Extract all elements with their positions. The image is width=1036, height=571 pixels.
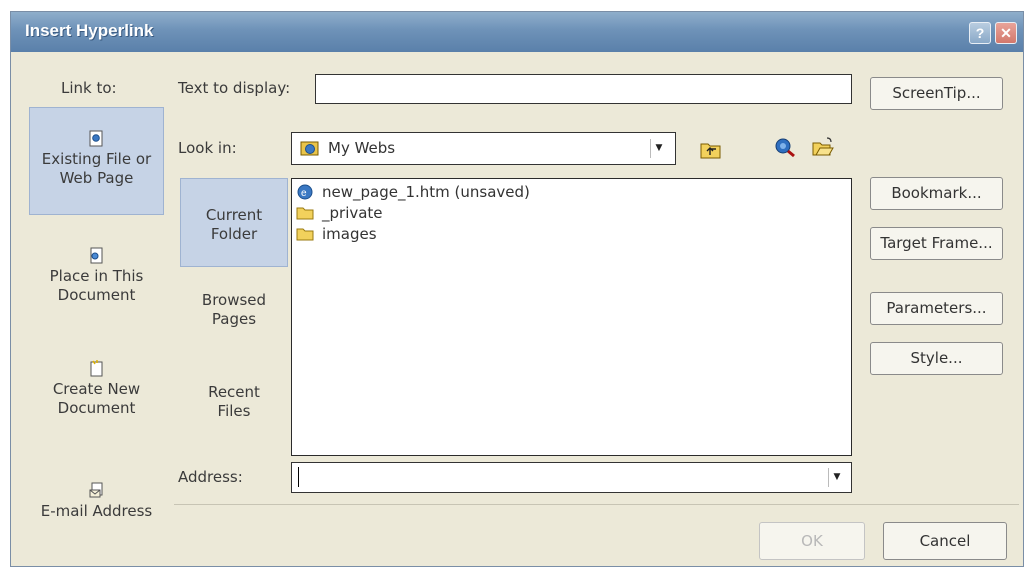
style-button[interactable]: Style... — [870, 342, 1003, 375]
new-document-icon — [90, 360, 103, 377]
ok-button[interactable]: OK — [759, 522, 865, 560]
file-name: images — [322, 225, 377, 243]
insert-hyperlink-dialog: Insert Hyperlink ? ✕ Link to: Existing F… — [10, 11, 1024, 567]
link-create-line1: Create New — [52, 380, 141, 398]
tab-current-folder[interactable]: Current Folder — [180, 178, 288, 267]
link-existing-file[interactable]: Existing File or Web Page — [29, 107, 164, 215]
current-folder-line2: Folder — [210, 225, 258, 243]
file-name: new_page_1.htm (unsaved) — [322, 183, 530, 201]
footer-separator — [174, 504, 1019, 505]
link-create-line2: Document — [57, 399, 136, 417]
link-email-address[interactable]: E-mail Address — [29, 482, 164, 521]
close-button[interactable]: ✕ — [995, 22, 1017, 44]
target-frame-button[interactable]: Target Frame... — [870, 227, 1003, 260]
file-name: _private — [322, 204, 383, 222]
window-title: Insert Hyperlink — [25, 21, 154, 40]
browsed-pages-line2: Pages — [211, 310, 257, 328]
place-in-document-icon — [90, 247, 103, 264]
title-bar[interactable]: Insert Hyperlink ? ✕ — [11, 12, 1023, 52]
folder-icon — [296, 207, 314, 220]
look-in-value: My Webs — [328, 139, 396, 157]
existing-file-icon — [89, 130, 103, 147]
folder-icon — [296, 228, 314, 241]
address-label: Address: — [178, 468, 243, 486]
svg-text:e: e — [301, 188, 307, 199]
text-caret — [298, 467, 299, 487]
screentip-button[interactable]: ScreenTip... — [870, 77, 1003, 110]
pages-nav: Current Folder Browsed Pages Recent File… — [180, 178, 288, 511]
up-one-folder-icon[interactable] — [699, 139, 723, 161]
link-to-label: Link to: — [61, 79, 117, 97]
recent-files-line2: Files — [217, 402, 251, 420]
bookmark-button[interactable]: Bookmark... — [870, 177, 1003, 210]
look-in-label: Look in: — [178, 139, 237, 157]
link-place-in-document[interactable]: Place in This Document — [29, 247, 164, 305]
tab-browsed-pages[interactable]: Browsed Pages — [180, 291, 288, 329]
parameters-button[interactable]: Parameters... — [870, 292, 1003, 325]
browsed-pages-line1: Browsed — [201, 291, 267, 309]
link-place-line1: Place in This — [49, 267, 144, 285]
browse-file-icon[interactable] — [811, 136, 835, 158]
text-to-display-input[interactable] — [315, 74, 852, 104]
text-to-display-label: Text to display: — [178, 79, 291, 97]
look-in-combo[interactable]: My Webs ▼ — [291, 132, 676, 165]
look-in-dropdown-arrow-icon[interactable]: ▼ — [650, 139, 667, 158]
help-button[interactable]: ? — [969, 22, 991, 44]
link-existing-file-line2: Web Page — [59, 169, 134, 187]
close-icon: ✕ — [1000, 25, 1012, 41]
link-email-line1: E-mail Address — [40, 502, 153, 520]
link-create-new-document[interactable]: Create New Document — [29, 360, 164, 418]
my-webs-icon — [300, 141, 319, 156]
address-dropdown-arrow-icon[interactable]: ▼ — [828, 468, 845, 487]
file-list[interactable]: e new_page_1.htm (unsaved) _private imag… — [291, 178, 852, 456]
help-icon: ? — [975, 25, 985, 41]
tab-recent-files[interactable]: Recent Files — [180, 383, 288, 421]
current-folder-line1: Current — [205, 206, 263, 224]
address-input[interactable]: ▼ — [291, 462, 852, 493]
link-existing-file-line1: Existing File or — [41, 150, 152, 168]
html-page-icon: e — [297, 184, 313, 200]
cancel-button[interactable]: Cancel — [883, 522, 1007, 560]
link-place-line2: Document — [57, 286, 136, 304]
browse-web-icon[interactable] — [773, 136, 797, 158]
recent-files-line1: Recent — [208, 383, 260, 401]
link-to-bar: Existing File or Web Page Place in This … — [29, 107, 164, 537]
email-icon — [89, 482, 103, 498]
